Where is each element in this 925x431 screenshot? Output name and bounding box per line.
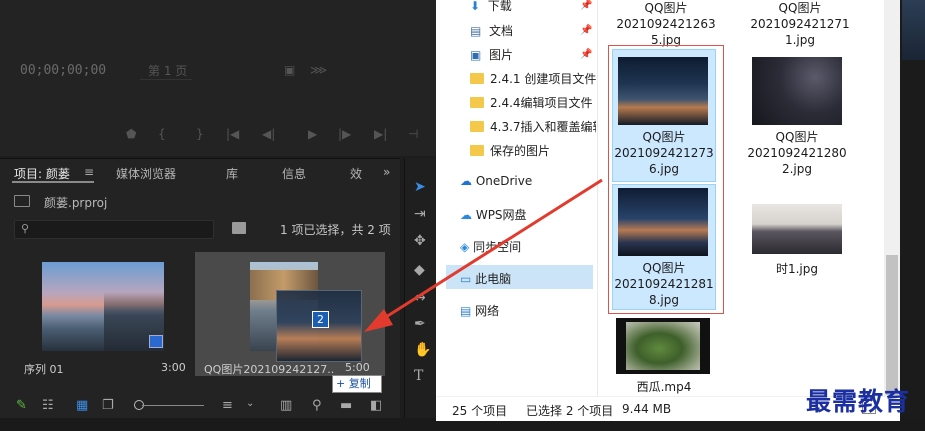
drag-arrow bbox=[364, 178, 603, 332]
